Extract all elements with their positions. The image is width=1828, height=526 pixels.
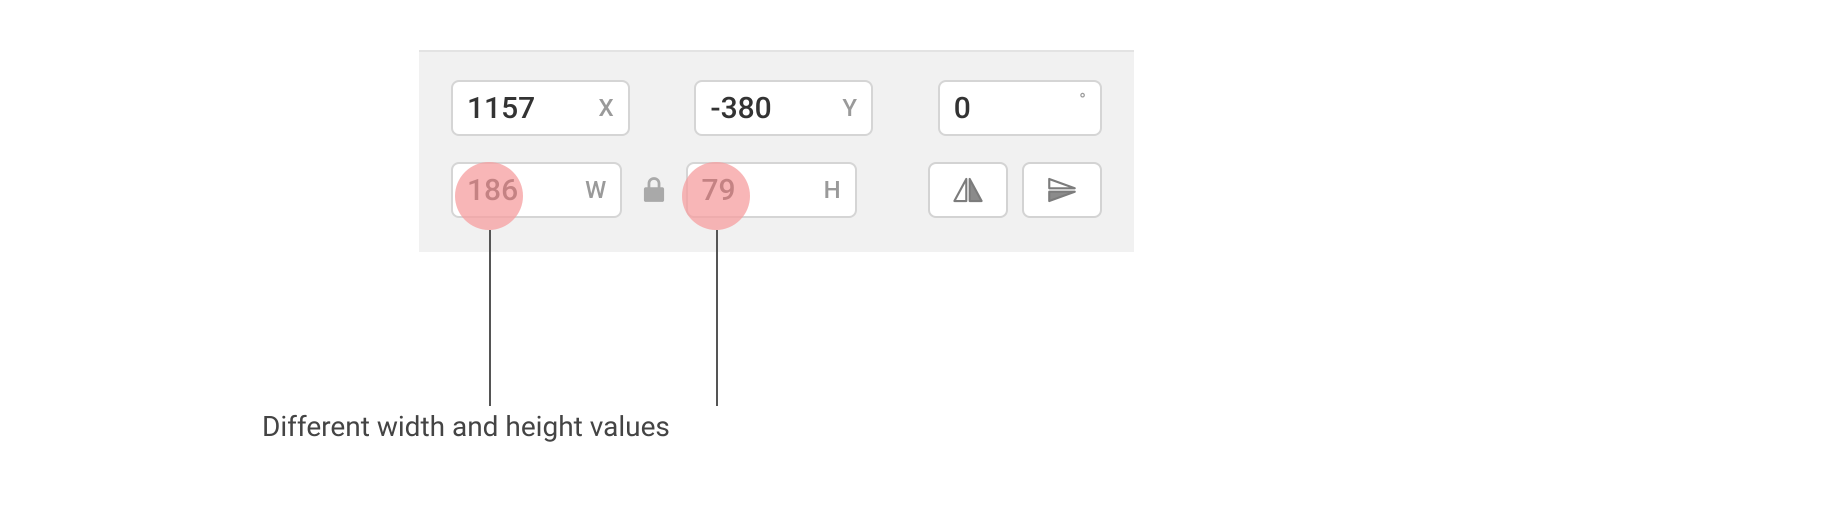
leader-line-height: [716, 230, 718, 406]
transform-panel: 1157 X -380 Y 0 ° 186 W 79 H: [419, 50, 1134, 252]
rotation-field[interactable]: 0 °: [938, 80, 1102, 136]
flip-vertical-button[interactable]: [1022, 162, 1102, 218]
rotation-value[interactable]: 0: [954, 91, 1073, 126]
height-field[interactable]: 79 H: [686, 162, 857, 218]
height-suffix: H: [824, 176, 841, 204]
width-suffix: W: [585, 176, 606, 204]
flip-buttons: [928, 162, 1102, 218]
width-value[interactable]: 186: [467, 173, 579, 208]
flip-horizontal-button[interactable]: [928, 162, 1008, 218]
x-field[interactable]: 1157 X: [451, 80, 630, 136]
x-value[interactable]: 1157: [467, 91, 592, 126]
x-suffix: X: [598, 94, 613, 122]
y-value[interactable]: -380: [710, 91, 836, 126]
y-field[interactable]: -380 Y: [694, 80, 873, 136]
lock-icon: [643, 177, 665, 203]
leader-line-width: [489, 230, 491, 406]
size-row: 186 W 79 H: [451, 162, 1102, 218]
position-row: 1157 X -380 Y 0 °: [451, 80, 1102, 136]
lock-aspect-ratio[interactable]: [640, 177, 667, 203]
height-value[interactable]: 79: [702, 173, 818, 208]
y-suffix: Y: [842, 94, 857, 122]
width-field[interactable]: 186 W: [451, 162, 622, 218]
degree-suffix: °: [1079, 90, 1086, 111]
annotation-caption: Different width and height values: [262, 410, 670, 443]
flip-horizontal-icon: [951, 175, 985, 205]
flip-vertical-icon: [1045, 175, 1079, 205]
